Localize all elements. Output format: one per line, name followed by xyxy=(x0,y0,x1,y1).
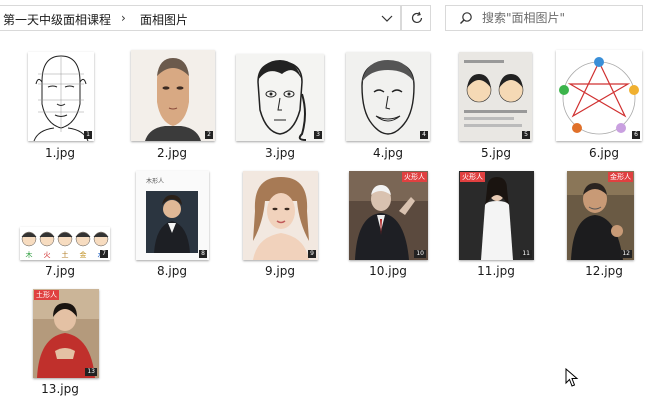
image-number-badge: 10 xyxy=(414,250,426,258)
file-item[interactable]: 土形人 13 13.jpg xyxy=(17,282,103,400)
address-bar[interactable]: 第一天中级面相课程 › 面相图片 xyxy=(0,5,401,31)
file-thumbnail: 9 xyxy=(243,171,318,260)
image-number-badge: 6 xyxy=(632,131,640,139)
chevron-down-icon[interactable] xyxy=(378,9,396,27)
element-label-metal: 金 xyxy=(80,250,87,259)
breadcrumb-current[interactable]: 面相图片 xyxy=(140,11,188,28)
chevron-right-icon[interactable]: › xyxy=(121,11,126,25)
image-number-badge: 1 xyxy=(84,131,92,139)
search-box[interactable] xyxy=(445,5,643,31)
file-thumbnail: 土形人 13 xyxy=(33,289,99,378)
element-label-fire: 火 xyxy=(44,251,51,259)
file-name: 3.jpg xyxy=(264,146,296,160)
file-item[interactable]: 火形人 11 11.jpg xyxy=(453,164,539,282)
thumbnail-caption: 木形人 xyxy=(146,177,164,185)
image-number-badge: 4 xyxy=(420,131,428,139)
tag-label: 土形人 xyxy=(34,290,59,300)
file-name: 8.jpg xyxy=(156,264,188,278)
file-thumbnail: 5 xyxy=(459,52,532,141)
image-number-badge: 5 xyxy=(522,131,530,139)
file-name: 4.jpg xyxy=(372,146,404,160)
file-thumbnail: 木 火 土 金 水 7 xyxy=(20,227,110,260)
image-number-badge: 13 xyxy=(85,368,97,376)
image-number-badge: 7 xyxy=(100,250,108,258)
element-label-wood: 木 xyxy=(26,250,33,259)
file-thumbnail: 2 xyxy=(131,50,215,141)
file-name: 1.jpg xyxy=(44,146,76,160)
search-input[interactable] xyxy=(482,9,637,27)
file-item[interactable]: 9 9.jpg xyxy=(237,164,323,282)
file-name: 10.jpg xyxy=(369,264,407,278)
file-item[interactable]: 木 火 土 金 水 7 7.jpg xyxy=(17,164,110,282)
element-label-earth: 土 xyxy=(62,250,69,259)
file-thumbnail: 木形人 8 xyxy=(136,171,209,260)
file-name: 12.jpg xyxy=(585,264,623,278)
tag-label: 火形人 xyxy=(460,172,485,182)
image-number-badge: 2 xyxy=(205,131,213,139)
image-number-badge: 3 xyxy=(314,131,322,139)
breadcrumb-parent[interactable]: 第一天中级面相课程 xyxy=(3,11,111,28)
file-thumbnail: 4 xyxy=(346,52,430,141)
image-number-badge: 9 xyxy=(308,250,316,258)
file-name: 6.jpg xyxy=(588,146,620,160)
image-number-badge: 8 xyxy=(199,250,207,258)
file-item[interactable]: 4 4.jpg xyxy=(345,46,431,164)
image-number-badge: 11 xyxy=(520,250,532,258)
file-thumbnail: 1 xyxy=(28,52,94,141)
refresh-button[interactable] xyxy=(401,5,431,31)
file-thumbnail: 6 xyxy=(556,50,642,141)
file-item[interactable]: 1 1.jpg xyxy=(17,46,103,164)
file-item[interactable]: 金形人 12 12.jpg xyxy=(561,164,647,282)
top-bar: 第一天中级面相课程 › 面相图片 xyxy=(0,0,654,38)
mouse-cursor-icon xyxy=(565,367,579,391)
file-name: 11.jpg xyxy=(477,264,515,278)
file-name: 5.jpg xyxy=(480,146,512,160)
file-item[interactable]: 木形人 8 8.jpg xyxy=(129,164,215,282)
file-name: 7.jpg xyxy=(44,264,76,278)
tag-label: 火形人 xyxy=(402,172,427,182)
file-name: 13.jpg xyxy=(41,382,79,396)
file-item[interactable]: 火形人 10 10.jpg xyxy=(345,164,431,282)
file-item[interactable]: 5 5.jpg xyxy=(453,46,539,164)
file-item[interactable]: 3 3.jpg xyxy=(236,46,324,164)
file-thumbnail: 金形人 12 xyxy=(567,171,634,260)
image-number-badge: 12 xyxy=(620,250,632,258)
file-item[interactable]: 6 6.jpg xyxy=(556,46,647,164)
file-name: 9.jpg xyxy=(264,264,296,278)
tag-label: 金形人 xyxy=(608,172,633,182)
file-thumbnail: 火形人 11 xyxy=(459,171,534,260)
file-thumbnail: 3 xyxy=(236,54,324,141)
file-thumbnail: 火形人 10 xyxy=(349,171,428,260)
file-item[interactable]: 2 2.jpg xyxy=(129,46,215,164)
file-name: 2.jpg xyxy=(156,146,188,160)
